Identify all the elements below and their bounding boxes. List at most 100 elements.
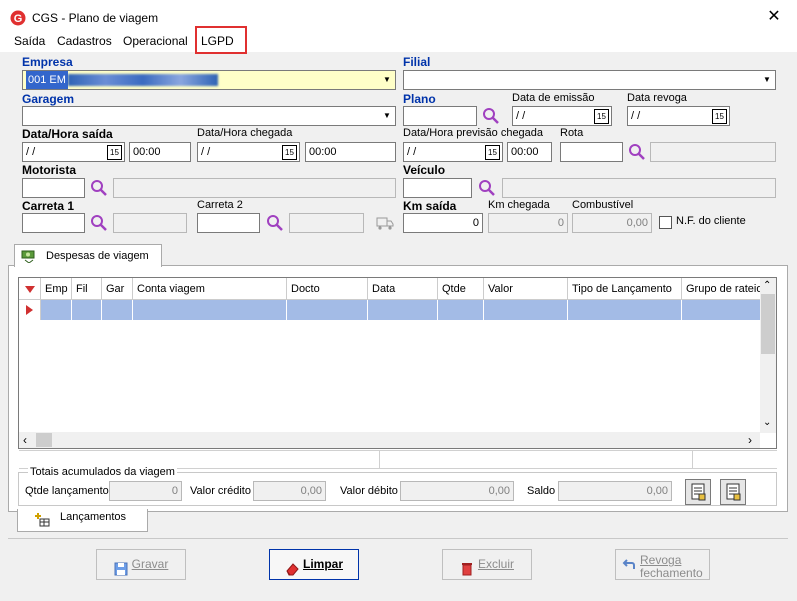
divider (8, 538, 788, 539)
col-header-tipo-lancamento[interactable]: Tipo de Lançamento (568, 278, 682, 300)
hora-chegada-input[interactable]: 00:00 (305, 142, 396, 162)
col-header-docto[interactable]: Docto (287, 278, 368, 300)
data-previsao-input[interactable]: / / 15 (403, 142, 503, 162)
garagem-select[interactable]: ▼ (22, 106, 396, 126)
horizontal-scrollbar[interactable]: ‹ › (19, 432, 760, 448)
col-header-valor[interactable]: Valor (484, 278, 568, 300)
report-button[interactable] (685, 479, 711, 505)
chevron-down-icon[interactable]: ▼ (760, 72, 774, 88)
saldo-value: 0,00 (558, 481, 672, 501)
chevron-down-icon[interactable]: ▼ (380, 108, 394, 124)
close-button[interactable]: ✕ (764, 7, 784, 27)
carreta1-input[interactable] (22, 213, 85, 233)
nf-cliente-checkbox[interactable] (659, 216, 672, 229)
combustivel-label: Combustível (572, 199, 634, 211)
col-header-qtde[interactable]: Qtde (438, 278, 484, 300)
data-hora-previsao-label: Data/Hora previsão chegada (403, 127, 544, 139)
table-row-cell[interactable] (568, 300, 682, 320)
table-row-cell[interactable] (102, 300, 133, 320)
filial-label: Filial (403, 55, 431, 69)
search-icon[interactable] (266, 214, 284, 232)
vertical-scrollbar[interactable]: ⌃ ⌄ (760, 278, 776, 433)
search-icon[interactable] (90, 179, 108, 197)
tab-despesas-label: Despesas de viagem (46, 250, 149, 262)
col-header-grupo-rateio[interactable]: Grupo de rateio (682, 278, 761, 300)
revoga-fechamento-button[interactable]: Revoga fechamento (615, 549, 710, 580)
scroll-thumb[interactable] (36, 433, 52, 447)
data-chegada-input[interactable]: / / 15 (197, 142, 300, 162)
table-row-cell[interactable] (484, 300, 568, 320)
filial-select[interactable]: ▼ (403, 70, 776, 90)
data-emissao-input[interactable]: / / 15 (512, 106, 612, 126)
km-saida-input[interactable]: 0 (403, 213, 483, 233)
scroll-thumb[interactable] (761, 294, 775, 354)
table-row-cell[interactable] (287, 300, 368, 320)
motorista-input[interactable] (22, 178, 85, 198)
search-icon[interactable] (482, 107, 500, 125)
plano-label: Plano (403, 92, 436, 106)
excluir-button[interactable]: Excluir (442, 549, 532, 580)
triangle-right-icon (26, 305, 33, 315)
search-icon[interactable] (478, 179, 496, 197)
search-icon[interactable] (90, 214, 108, 232)
veiculo-label: Veículo (403, 163, 446, 177)
carreta2-input[interactable] (197, 213, 260, 233)
calendar-icon[interactable]: 15 (282, 145, 297, 160)
table-row-cell[interactable] (368, 300, 438, 320)
calendar-icon[interactable]: 15 (594, 109, 609, 124)
valor-debito-value: 0,00 (400, 481, 514, 501)
data-revoga-input[interactable]: / / 15 (627, 106, 730, 126)
col-header-fil[interactable]: Fil (72, 278, 102, 300)
valor-credito-value: 0,00 (253, 481, 326, 501)
tab-despesas-viagem[interactable]: Despesas de viagem (14, 244, 162, 267)
gravar-label: Gravar (131, 557, 169, 571)
window-title: CGS - Plano de viagem (32, 11, 159, 25)
report-detail-button[interactable] (720, 479, 746, 505)
chevron-down-icon[interactable]: ▼ (380, 72, 394, 88)
valor-debito-label: Valor débito (340, 485, 398, 497)
chevron-left-icon[interactable]: ‹ (23, 433, 27, 447)
chevron-down-icon[interactable]: ⌄ (763, 417, 771, 428)
motorista-label: Motorista (22, 163, 76, 177)
truck-icon[interactable] (376, 215, 394, 231)
menu-cadastros[interactable]: Cadastros (57, 34, 112, 48)
gravar-button[interactable]: Gravar (96, 549, 186, 580)
hora-saida-input[interactable]: 00:00 (129, 142, 191, 162)
col-header-data[interactable]: Data (368, 278, 438, 300)
table-row-cell[interactable] (133, 300, 287, 320)
calendar-icon[interactable]: 15 (712, 109, 727, 124)
limpar-button[interactable]: Limpar (269, 549, 359, 580)
col-header-conta-viagem[interactable]: Conta viagem (133, 278, 287, 300)
hora-previsao-input[interactable]: 00:00 (507, 142, 552, 162)
data-revoga-label: Data revoga (627, 92, 687, 104)
veiculo-input[interactable] (403, 178, 472, 198)
menu-bar: Saída Cadastros Operacional LGPD (0, 30, 797, 52)
menu-operacional[interactable]: Operacional (123, 34, 188, 48)
row-indicator-header[interactable] (19, 278, 41, 300)
carreta2-label: Carreta 2 (197, 199, 243, 211)
empresa-redacted (67, 74, 218, 87)
col-header-gar[interactable]: Gar (102, 278, 133, 300)
carreta2-descricao (289, 213, 364, 233)
chevron-right-icon[interactable]: › (748, 433, 752, 447)
table-row-cell[interactable] (72, 300, 102, 320)
table-row-cell[interactable] (438, 300, 484, 320)
totals-legend: Totais acumulados da viagem (28, 466, 177, 478)
plano-input[interactable] (403, 106, 477, 126)
empresa-select[interactable]: 001 EM ▼ (22, 70, 396, 90)
col-header-emp[interactable]: Emp (41, 278, 72, 300)
chevron-up-icon[interactable]: ⌃ (763, 280, 771, 291)
data-saida-input[interactable]: / / 15 (22, 142, 125, 162)
table-row-cell[interactable] (41, 300, 72, 320)
tab-lancamentos[interactable]: Lançamentos (17, 509, 148, 532)
calendar-icon[interactable]: 15 (485, 145, 500, 160)
km-chegada-input: 0 (488, 213, 568, 233)
rota-input[interactable] (560, 142, 623, 162)
menu-saida[interactable]: Saída (14, 34, 45, 48)
search-icon[interactable] (628, 143, 646, 161)
calendar-icon[interactable]: 15 (107, 145, 122, 160)
table-row-cell[interactable] (682, 300, 761, 320)
row-indicator[interactable] (19, 300, 41, 320)
despesas-grid[interactable]: Emp Fil Gar Conta viagem Docto Data Qtde… (18, 277, 777, 449)
data-revoga-value: / / (631, 110, 641, 122)
